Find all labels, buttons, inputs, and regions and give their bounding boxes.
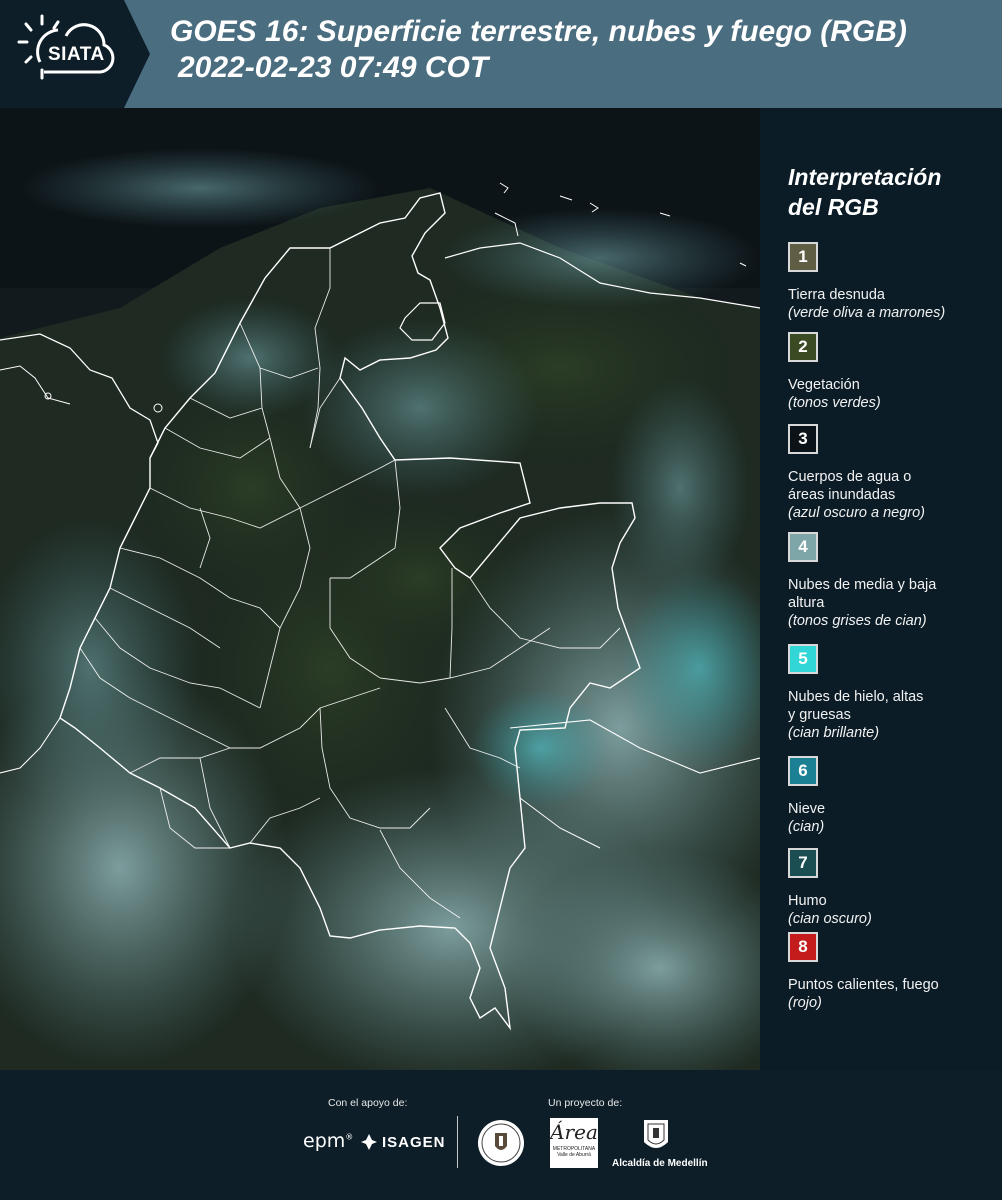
siata-logo-text: SIATA xyxy=(48,44,105,65)
satellite-rgb-image xyxy=(0,108,760,1070)
legend-item: 3 Cuerpos de agua o áreas inundadas (azu… xyxy=(788,424,998,522)
legend-swatch: 7 xyxy=(788,848,818,878)
legend-label: Nieve xyxy=(788,801,826,817)
legend-swatch-number: 1 xyxy=(798,247,808,266)
legend-swatch-number: 5 xyxy=(798,649,808,668)
medellin-shield-icon xyxy=(644,1120,668,1148)
legend-label: Humo xyxy=(788,893,827,909)
legend-label: Vegetación xyxy=(788,377,860,393)
legend-item: 2 Vegetación (tonos verdes) xyxy=(788,332,998,412)
legend-swatch-number: 2 xyxy=(798,337,808,356)
legend-swatch: 8 xyxy=(788,932,818,962)
project-label: Un proyecto de: xyxy=(548,1097,623,1109)
legend-swatch-number: 4 xyxy=(798,537,808,556)
footer-divider xyxy=(457,1116,458,1168)
legend-label: Nubes de hielo, altas y gruesas xyxy=(788,689,924,723)
legend-title-line2: del RGB xyxy=(788,194,879,220)
legend-swatch: 4 xyxy=(788,532,818,562)
area-logo-subtext: METROPOLITANA Valle de Aburrá xyxy=(552,1146,596,1158)
legend-item: 8 Puntos calientes, fuego (rojo) xyxy=(788,932,998,1012)
footer-sponsors: Con el apoyo de: Un proyecto de: epm® IS… xyxy=(0,1070,1002,1200)
isagen-logo: ISAGEN xyxy=(360,1133,446,1151)
isagen-logo-text: ISAGEN xyxy=(382,1133,446,1151)
legend-sublabel: (rojo) xyxy=(788,995,822,1011)
area-metropolitana-logo: Área METROPOLITANA Valle de Aburrá xyxy=(550,1118,598,1168)
legend-item: 4 Nubes de media y baja altura (tonos gr… xyxy=(788,532,998,630)
legend-item: 6 Nieve (cian) xyxy=(788,756,998,836)
area-logo-script: Área xyxy=(550,1120,598,1144)
alcaldia-medellin-label: Alcaldía de Medellín xyxy=(612,1158,708,1169)
page-title: GOES 16: Superficie terrestre, nubes y f… xyxy=(170,14,995,86)
legend-swatch: 3 xyxy=(788,424,818,454)
legend-sublabel: (cian oscuro) xyxy=(788,911,872,927)
epm-logo: epm® xyxy=(303,1130,354,1152)
legend-sublabel: (verde oliva a marrones) xyxy=(788,305,946,321)
legend-swatch: 5 xyxy=(788,644,818,674)
legend-label: Cuerpos de agua o áreas inundadas xyxy=(788,469,912,503)
legend-sublabel: (azul oscuro a negro) xyxy=(788,505,926,521)
legend-title-line1: Interpretación xyxy=(788,164,942,190)
legend-swatch: 1 xyxy=(788,242,818,272)
legend-swatch-number: 8 xyxy=(798,937,808,956)
support-label: Con el apoyo de: xyxy=(328,1097,408,1109)
legend-panel: Interpretación del RGB 1 Tierra desnuda … xyxy=(760,108,1002,1070)
legend-sublabel: (tonos grises de cian) xyxy=(788,613,927,629)
legend-item: 1 Tierra desnuda (verde oliva a marrones… xyxy=(788,242,998,322)
legend-sublabel: (cian) xyxy=(788,819,825,835)
legend-swatch-number: 7 xyxy=(798,853,808,872)
legend-sublabel: (tonos verdes) xyxy=(788,395,881,411)
legend-swatch: 6 xyxy=(788,756,818,786)
isagen-mark-icon xyxy=(361,1134,377,1150)
title-product: GOES 16: Superficie terrestre, nubes y f… xyxy=(170,15,907,48)
legend-item: 5 Nubes de hielo, altas y gruesas (cian … xyxy=(788,644,998,742)
legend-label: Tierra desnuda xyxy=(788,287,885,303)
legend-label: Puntos calientes, fuego xyxy=(788,977,939,993)
legend-title: Interpretación del RGB xyxy=(788,162,988,222)
title-timestamp: 2022-02-23 07:49 COT xyxy=(178,51,489,84)
legend-swatch: 2 xyxy=(788,332,818,362)
legend-swatch-number: 3 xyxy=(798,429,808,448)
legend-label: Nubes de media y baja altura xyxy=(788,577,937,611)
university-seal-icon xyxy=(478,1120,524,1166)
legend-sublabel: (cian brillante) xyxy=(788,725,880,741)
epm-logo-text: epm xyxy=(303,1130,346,1152)
legend-item: 7 Humo (cian oscuro) xyxy=(788,848,998,928)
siata-logo: SIATA xyxy=(0,0,150,108)
legend-swatch-number: 6 xyxy=(798,761,808,780)
header-bar: SIATA GOES 16: Superficie terrestre, nub… xyxy=(0,0,1002,108)
